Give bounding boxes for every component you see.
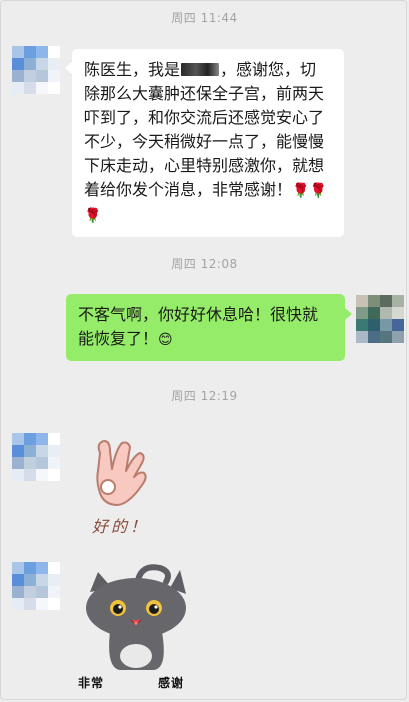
ok-hand-sticker[interactable]: 好的！: [78, 433, 188, 543]
smile-emoji: 😊: [158, 332, 173, 348]
bubble-tail: [345, 308, 352, 320]
rose-emoji: 🌹: [309, 183, 327, 199]
message-text: 陈医生，我是: [84, 60, 181, 79]
bubble-tail: [65, 62, 72, 74]
redacted-name: [181, 63, 220, 76]
ok-hand-icon: [96, 440, 147, 506]
patient-avatar[interactable]: [12, 433, 60, 481]
message-text: 不客气啊，你好好休息哈！很快就能恢复了！: [78, 305, 319, 348]
rose-emoji: 🌹: [84, 208, 102, 224]
gray-cat-sticker[interactable]: 非常 感谢: [76, 562, 196, 692]
sticker-caption-left: 非常: [78, 676, 105, 690]
cat-icon: [86, 564, 186, 670]
timestamp: 周四 11:44: [171, 11, 238, 25]
patient-avatar[interactable]: [12, 46, 60, 94]
timestamp: 周四 12:19: [171, 389, 238, 403]
sticker-caption: 好的！: [92, 517, 150, 536]
timestamp: 周四 12:08: [171, 257, 238, 271]
message-bubble-outgoing[interactable]: 不客气啊，你好好休息哈！很快就能恢复了！😊: [66, 294, 345, 361]
doctor-avatar[interactable]: [356, 295, 404, 343]
message-bubble-incoming[interactable]: 陈医生，我是 ，感谢您，切除那么大囊肿还保全子宫，前两天吓到了，和你交流后还感觉安…: [72, 49, 344, 237]
sticker-caption-right: 感谢: [158, 676, 185, 690]
rose-emoji: 🌹: [292, 183, 310, 199]
patient-avatar[interactable]: [12, 562, 60, 610]
message-text: ，感谢您，切除那么大囊肿还保全子宫，前两天吓到了，和你交流后还感觉安心了不少，今…: [84, 60, 325, 199]
